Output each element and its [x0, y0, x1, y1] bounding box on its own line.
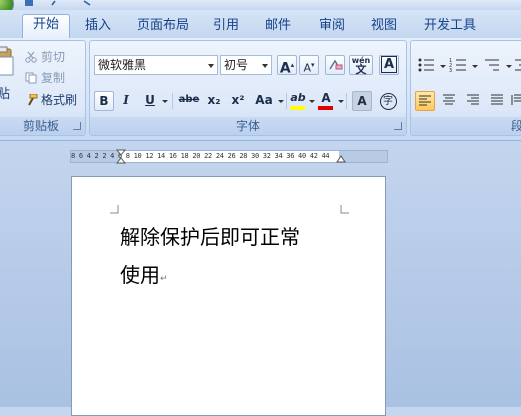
- phonetic-char-icon: 文: [355, 63, 367, 76]
- align-left-icon: [419, 95, 431, 106]
- font-name-value: 微软雅黑: [98, 58, 147, 72]
- highlight-color-bar: [290, 106, 305, 110]
- chevron-down-icon: [208, 64, 214, 68]
- copy-label: 复制: [41, 71, 66, 85]
- distribute-button[interactable]: [511, 91, 521, 111]
- distribute-icon: [511, 94, 521, 105]
- format-painter-label: 格式刷: [41, 93, 78, 107]
- svg-text:3: 3: [449, 68, 452, 73]
- cut-button[interactable]: 剪切: [25, 48, 65, 65]
- font-group-label: 字体: [90, 117, 406, 135]
- paste-button[interactable]: 贴: [0, 83, 10, 102]
- grow-font-button[interactable]: A▴: [277, 55, 297, 77]
- numbering-dropdown-icon[interactable]: [472, 65, 478, 68]
- shrink-font-label: A: [303, 61, 311, 75]
- copy-button[interactable]: 复制: [25, 69, 65, 86]
- tab-references[interactable]: 引用: [206, 16, 246, 38]
- paragraph-group-label: 段: [411, 117, 521, 135]
- underline-dropdown-icon[interactable]: [162, 100, 168, 103]
- clear-format-icon: [329, 59, 343, 70]
- tab-review[interactable]: 审阅: [312, 16, 352, 38]
- document-text-line-2-content: 使用: [120, 263, 160, 287]
- font-color-dropdown-icon[interactable]: [338, 100, 344, 103]
- italic-button[interactable]: I: [116, 91, 136, 111]
- strikethrough-button[interactable]: abe: [176, 91, 202, 111]
- char-border-label: A: [380, 56, 398, 73]
- font-name-combo[interactable]: 微软雅黑: [94, 55, 218, 75]
- multilevel-dropdown-icon[interactable]: [506, 65, 512, 68]
- ribbon-tab-bar: 开始 插入 页面布局 引用 邮件 审阅 视图 开发工具: [0, 10, 521, 40]
- document-page[interactable]: 解除保护后即可正常 使用↵: [71, 176, 386, 416]
- justify-button[interactable]: [487, 91, 507, 111]
- first-line-indent-icon[interactable]: [116, 149, 126, 164]
- enclose-char-label: 字: [379, 93, 397, 110]
- phonetic-guide-button[interactable]: wén 文: [349, 55, 373, 75]
- bullets-icon[interactable]: [417, 57, 437, 73]
- paragraph-group: 123 段: [410, 40, 521, 136]
- justify-icon: [491, 94, 503, 105]
- horizontal-ruler[interactable]: 8 6 4 2 2 4 6 8 10 12 14 16 18 20 22 24 …: [70, 149, 388, 164]
- clipboard-group: 贴 剪切 复制 格式刷 剪贴板: [0, 40, 86, 136]
- tab-insert[interactable]: 插入: [78, 16, 118, 38]
- char-border-button[interactable]: A: [379, 55, 399, 75]
- margin-corner-top-right: [340, 205, 349, 214]
- paste-icon[interactable]: [0, 45, 15, 79]
- chevron-down-icon: [262, 64, 268, 68]
- font-color-label: A: [321, 91, 331, 105]
- font-color-button[interactable]: A: [316, 91, 336, 111]
- copy-icon: [25, 72, 37, 84]
- bullets-dropdown-icon[interactable]: [440, 65, 446, 68]
- font-dialog-launcher[interactable]: [394, 122, 402, 130]
- highlight-button[interactable]: ab: [288, 91, 308, 111]
- align-right-icon: [467, 94, 479, 105]
- save-icon[interactable]: [24, 0, 34, 6]
- shrink-font-button[interactable]: A▾: [299, 55, 319, 75]
- grow-font-label: A: [279, 60, 291, 77]
- title-bar: [0, 0, 521, 16]
- decrease-indent-icon[interactable]: [515, 57, 521, 73]
- tab-page-layout[interactable]: 页面布局: [132, 16, 194, 38]
- align-center-button[interactable]: [439, 91, 459, 111]
- cut-label: 剪切: [41, 50, 66, 64]
- tab-developer[interactable]: 开发工具: [418, 16, 482, 38]
- format-painter-icon: [28, 94, 38, 106]
- right-indent-icon[interactable]: [336, 153, 346, 163]
- tab-mailings[interactable]: 邮件: [258, 16, 298, 38]
- multilevel-list-icon[interactable]: [483, 57, 503, 73]
- font-color-bar: [318, 106, 333, 110]
- paragraph-mark-icon: ↵: [160, 274, 168, 284]
- scissors-icon: [25, 51, 37, 63]
- bold-button[interactable]: B: [94, 91, 114, 111]
- format-painter-button[interactable]: 格式刷: [25, 91, 77, 108]
- margin-corner-top-left: [110, 205, 119, 214]
- align-right-button[interactable]: [463, 91, 483, 111]
- numbering-icon[interactable]: 123: [449, 57, 469, 73]
- separator: [346, 93, 347, 109]
- document-text-line-2[interactable]: 使用↵: [120, 259, 168, 288]
- font-size-value: 初号: [224, 58, 249, 72]
- clear-formatting-button[interactable]: [325, 55, 345, 75]
- align-center-icon: [443, 94, 455, 105]
- separator: [286, 93, 287, 109]
- char-shading-button[interactable]: A: [352, 91, 372, 111]
- align-left-button[interactable]: [415, 91, 435, 111]
- subscript-button[interactable]: x₂: [204, 91, 224, 111]
- separator: [172, 93, 173, 109]
- font-size-combo[interactable]: 初号: [220, 55, 272, 75]
- document-text-line-1[interactable]: 解除保护后即可正常: [120, 221, 300, 250]
- highlight-label: ab: [290, 91, 306, 104]
- ribbon: 贴 剪切 复制 格式刷 剪贴板 微软雅黑 初号 A▴ A▾ wén 文 A B I: [0, 38, 521, 141]
- highlight-dropdown-icon[interactable]: [309, 100, 315, 103]
- change-case-dropdown-icon[interactable]: [278, 100, 284, 103]
- clipboard-dialog-launcher[interactable]: [73, 122, 81, 130]
- tab-view[interactable]: 视图: [364, 16, 404, 38]
- underline-button[interactable]: U: [140, 91, 160, 111]
- enclose-char-button[interactable]: 字: [378, 91, 398, 111]
- change-case-button[interactable]: Aa: [252, 91, 276, 111]
- superscript-button[interactable]: x²: [228, 91, 248, 111]
- tab-home[interactable]: 开始: [22, 14, 70, 40]
- redo-icon[interactable]: [82, 0, 92, 6]
- undo-icon[interactable]: [50, 0, 60, 6]
- font-group: 微软雅黑 初号 A▴ A▾ wén 文 A B I U abe x₂ x² Aa …: [89, 40, 407, 136]
